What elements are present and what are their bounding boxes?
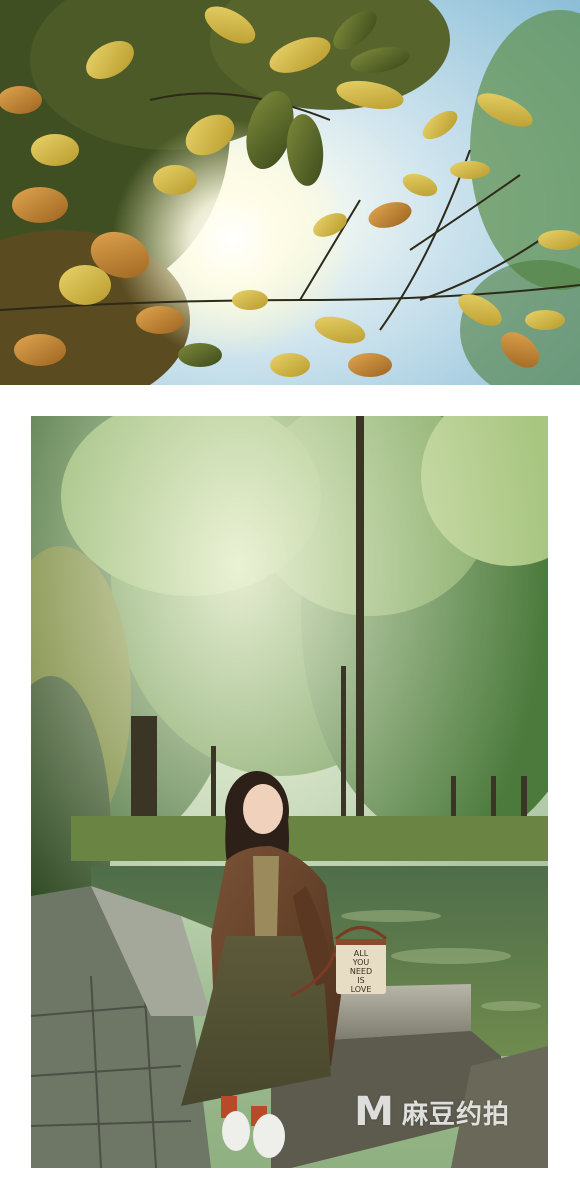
watermark: M 麻豆约拍	[354, 1092, 510, 1132]
top-photo	[0, 0, 580, 385]
bag-text-line4: IS	[357, 976, 364, 985]
bag-text-line3: NEED	[350, 967, 372, 976]
bottom-photo: ALL YOU NEED IS LOVE M 麻豆约拍	[31, 416, 548, 1168]
watermark-logo: M	[354, 1089, 394, 1135]
bag-text-line1: ALL	[354, 949, 369, 958]
forest-pond-portrait-image: ALL YOU NEED IS LOVE	[31, 416, 548, 1168]
bag-text-line5: LOVE	[351, 985, 372, 994]
watermark-text: 麻豆约拍	[401, 1099, 510, 1130]
bag-text-line2: YOU	[352, 958, 370, 967]
sunlit-leaves-image	[0, 0, 580, 385]
